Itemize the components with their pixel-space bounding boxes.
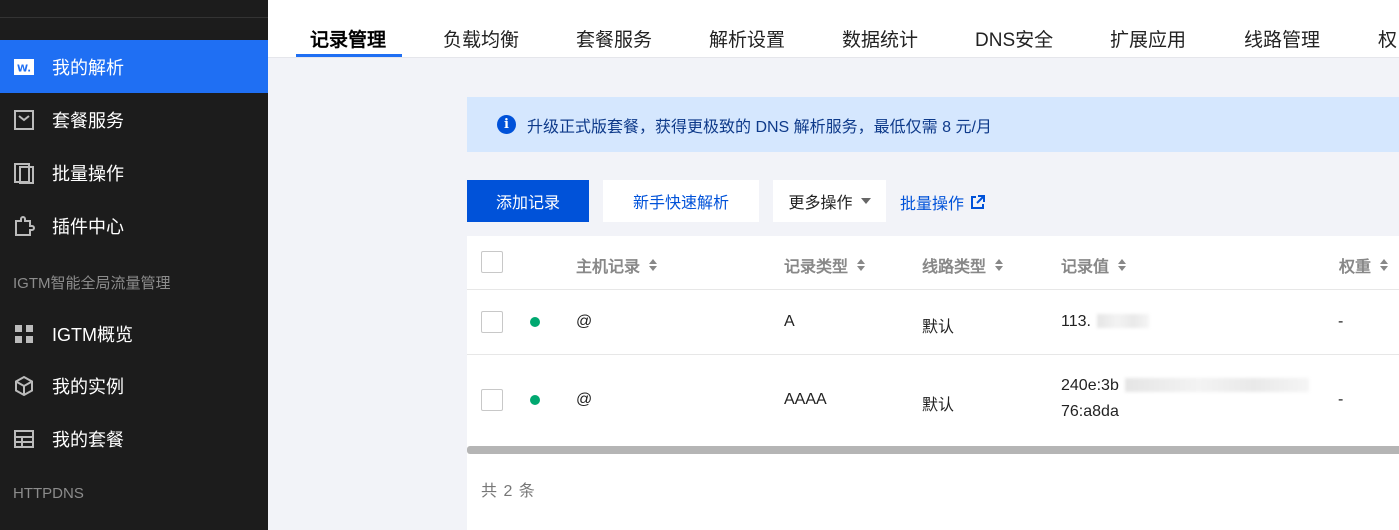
dns-records-table: 主机记录 记录类型 线路类型 记录值 权重 @ A 默认 113. - @ AA…	[467, 236, 1399, 530]
row-checkbox[interactable]	[481, 389, 503, 411]
grid-icon	[13, 323, 35, 345]
sidebar-item-label: 我的实例	[52, 376, 124, 397]
sidebar-item-igtm-overview[interactable]: IGTM概览	[0, 307, 268, 360]
sidebar-item-my-dns[interactable]: W. 我的解析	[0, 40, 268, 93]
row-divider	[467, 289, 1399, 290]
add-record-button[interactable]: 添加记录	[467, 180, 589, 222]
cell-type: AAAA	[784, 391, 827, 408]
cell-value: 240e:3b	[1061, 377, 1119, 394]
column-header-line[interactable]: 线路类型	[922, 253, 1004, 277]
copy-stack-icon	[13, 162, 35, 184]
dns-w-icon: W.	[13, 56, 35, 78]
redacted-value	[1125, 378, 1309, 392]
section-title-httpdns: HTTPDNS	[13, 485, 84, 502]
sort-icon[interactable]	[995, 259, 1004, 271]
row-checkbox[interactable]	[481, 311, 503, 333]
caret-down-icon	[860, 198, 871, 204]
sidebar-item-package-service[interactable]: 套餐服务	[0, 93, 268, 146]
sidebar: W. 我的解析 套餐服务 批量操作 插件中心 IGTM智能全局流量管理 IGTM…	[0, 0, 268, 530]
sidebar-item-label: 套餐服务	[52, 110, 124, 131]
puzzle-icon	[13, 215, 35, 237]
tab-resolution-settings[interactable]: 解析设置	[709, 25, 785, 52]
sidebar-item-label: IGTM概览	[52, 324, 133, 345]
column-header-type[interactable]: 记录类型	[784, 253, 866, 277]
svg-text:W.: W.	[17, 63, 31, 74]
quick-resolve-button[interactable]: 新手快速解析	[603, 180, 759, 222]
cube-icon	[13, 375, 35, 397]
column-header-weight[interactable]: 权重	[1339, 253, 1389, 277]
upgrade-banner: i 升级正式版套餐，获得更极致的 DNS 解析服务，最低仅需 8 元/月	[467, 97, 1399, 152]
tab-package-service[interactable]: 套餐服务	[576, 25, 652, 52]
sort-icon[interactable]	[649, 259, 658, 271]
tab-bar: 记录管理 负载均衡 套餐服务 解析设置 数据统计 DNS安全 扩展应用 线路管理…	[268, 0, 1399, 58]
sidebar-item-label: 我的解析	[52, 57, 124, 78]
tab-dns-security[interactable]: DNS安全	[975, 25, 1053, 52]
table-icon	[13, 428, 35, 450]
external-link-icon	[971, 194, 986, 209]
cell-weight: -	[1338, 391, 1344, 408]
banner-text: 升级正式版套餐，获得更极致的 DNS 解析服务，最低仅需 8 元/月	[527, 118, 992, 136]
sort-icon[interactable]	[1118, 259, 1127, 271]
row-divider	[467, 354, 1399, 355]
cell-weight: -	[1338, 313, 1344, 330]
total-count: 共 2 条	[481, 483, 536, 500]
column-header-value[interactable]: 记录值	[1061, 253, 1127, 277]
section-title-igtm: IGTM智能全局流量管理	[13, 275, 171, 292]
status-enabled-dot	[530, 395, 540, 405]
batch-operation-label: 批量操作	[900, 196, 965, 213]
more-actions-label: 更多操作	[788, 195, 853, 212]
sort-icon[interactable]	[857, 259, 866, 271]
tab-permissions[interactable]: 权	[1378, 25, 1397, 52]
batch-operation-link[interactable]: 批量操作	[900, 190, 986, 214]
column-header-host[interactable]: 主机记录	[576, 253, 658, 277]
cell-line: 默认	[922, 397, 955, 414]
sort-icon[interactable]	[1380, 259, 1389, 271]
tab-line-management[interactable]: 线路管理	[1244, 25, 1320, 52]
cell-type: A	[784, 313, 795, 330]
tab-extensions[interactable]: 扩展应用	[1110, 25, 1186, 52]
sidebar-item-my-packages[interactable]: 我的套餐	[0, 412, 268, 465]
active-tab-indicator	[296, 54, 402, 57]
info-icon: i	[497, 115, 516, 134]
sidebar-item-plugin-center[interactable]: 插件中心	[0, 199, 268, 252]
sidebar-item-label: 插件中心	[52, 216, 124, 237]
cell-value: 113.	[1061, 313, 1091, 330]
tab-record-management[interactable]: 记录管理	[310, 25, 386, 52]
sidebar-item-my-instances[interactable]: 我的实例	[0, 359, 268, 412]
cell-host: @	[576, 313, 593, 330]
cell-line: 默认	[922, 319, 955, 336]
more-actions-dropdown[interactable]: 更多操作	[773, 180, 886, 222]
horizontal-scrollbar[interactable]	[467, 446, 1399, 454]
tab-statistics[interactable]: 数据统计	[842, 25, 918, 52]
tab-load-balancing[interactable]: 负载均衡	[443, 25, 519, 52]
sidebar-divider	[0, 17, 268, 18]
redacted-value	[1097, 314, 1149, 328]
sidebar-item-batch-operation[interactable]: 批量操作	[0, 146, 268, 199]
cell-value-line2: 76:a8da	[1061, 403, 1119, 420]
select-all-checkbox[interactable]	[481, 251, 503, 273]
sidebar-item-label: 我的套餐	[52, 429, 124, 450]
status-enabled-dot	[530, 317, 540, 327]
package-icon	[13, 109, 35, 131]
sidebar-item-label: 批量操作	[52, 163, 124, 184]
cell-host: @	[576, 391, 593, 408]
